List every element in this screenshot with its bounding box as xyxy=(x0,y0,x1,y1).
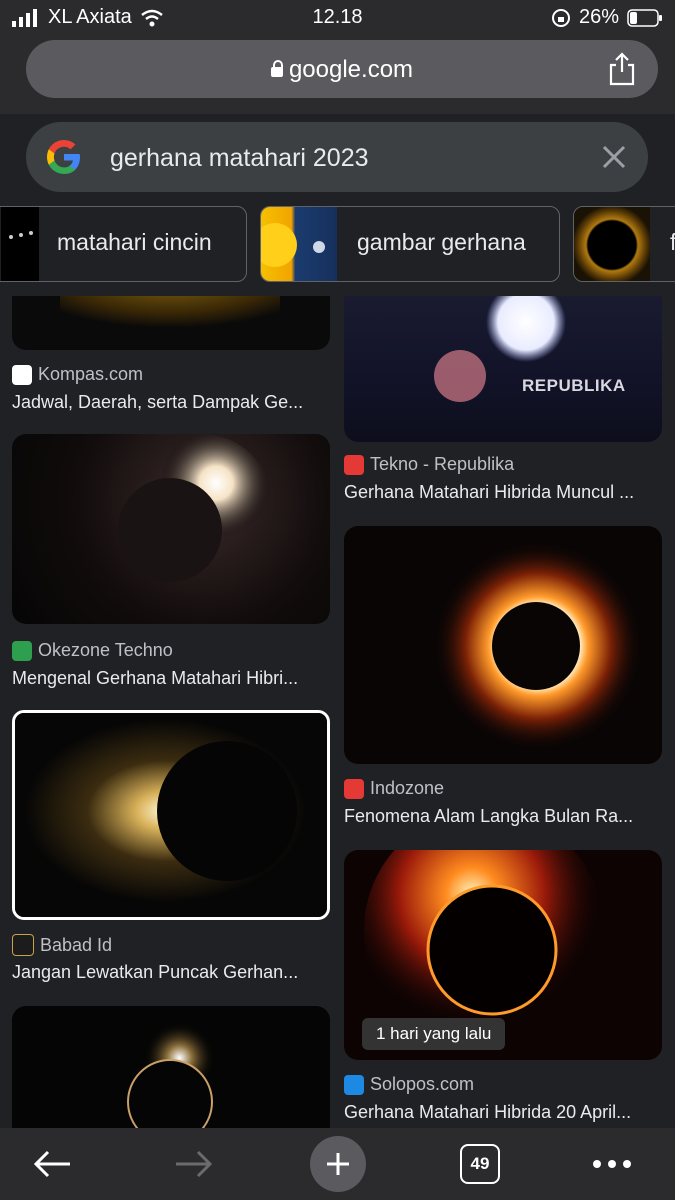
bottom-toolbar: 49 xyxy=(0,1128,675,1200)
battery-icon xyxy=(627,8,662,27)
chip-partial[interactable]: f xyxy=(573,206,675,282)
favicon-icon xyxy=(12,934,34,956)
image-results: Kompas.com Jadwal, Daerah, serta Dampak … xyxy=(0,296,675,1128)
back-button[interactable] xyxy=(24,1128,80,1200)
favicon-icon xyxy=(344,1074,364,1095)
battery-percent: 26% xyxy=(578,6,619,28)
back-arrow-icon xyxy=(33,1150,70,1178)
result-source: Indozone xyxy=(344,778,444,799)
result-source: Babad Id xyxy=(12,934,112,956)
result-source: Tekno - Republika xyxy=(344,454,514,475)
search-query: gerhana matahari 2023 xyxy=(110,144,369,172)
timestamp-badge: 1 hari yang lalu xyxy=(362,1018,506,1050)
google-logo-icon xyxy=(47,140,80,174)
result-source: Kompas.com xyxy=(12,364,143,385)
plus-icon xyxy=(327,1153,349,1175)
search-input[interactable]: gerhana matahari 2023 xyxy=(26,122,648,192)
result-source: Solopos.com xyxy=(344,1074,474,1095)
status-bar: XL Axiata 12.18 26% xyxy=(0,0,675,36)
more-icon xyxy=(593,1160,631,1168)
favicon-icon xyxy=(12,364,32,385)
tab-switcher-button[interactable]: 49 xyxy=(458,1128,502,1200)
chip-gambar-gerhana[interactable]: gambar gerhana xyxy=(260,206,560,282)
address-bar: google.com xyxy=(0,36,675,114)
result-source: Okezone Techno xyxy=(12,640,173,661)
url-text: google.com xyxy=(288,56,414,83)
result-title[interactable]: Jangan Lewatkan Puncak Gerhan... xyxy=(12,962,298,983)
chip-thumbnail xyxy=(1,207,39,281)
url-field[interactable]: google.com xyxy=(26,40,658,98)
close-icon[interactable] xyxy=(598,141,630,173)
result-title[interactable]: Fenomena Alam Langka Bulan Ra... xyxy=(344,806,633,827)
chip-thumbnail xyxy=(261,207,337,281)
tab-count: 49 xyxy=(460,1144,500,1184)
result-image[interactable] xyxy=(12,434,330,624)
result-title[interactable]: Mengenal Gerhana Matahari Hibri... xyxy=(12,668,298,689)
result-image[interactable] xyxy=(12,710,330,920)
forward-button[interactable] xyxy=(166,1128,222,1200)
result-image[interactable]: REPUBLIKA xyxy=(344,296,662,442)
favicon-icon xyxy=(344,778,364,799)
result-title[interactable]: Gerhana Matahari Hibrida Muncul ... xyxy=(344,482,634,503)
forward-arrow-icon xyxy=(176,1150,213,1178)
chip-thumbnail xyxy=(574,207,650,281)
result-title[interactable]: Jadwal, Daerah, serta Dampak Ge... xyxy=(12,392,303,413)
new-tab-button[interactable] xyxy=(310,1136,366,1192)
favicon-icon xyxy=(344,454,364,475)
rotation-lock-icon xyxy=(551,8,570,27)
result-image[interactable] xyxy=(12,296,330,350)
chip-label: f xyxy=(670,229,675,256)
result-title[interactable]: Gerhana Matahari Hibrida 20 April... xyxy=(344,1102,631,1123)
result-image[interactable] xyxy=(12,1006,330,1128)
favicon-icon xyxy=(12,640,32,661)
chip-label: matahari cincin xyxy=(57,229,212,255)
watermark-text: REPUBLIKA xyxy=(522,376,626,395)
share-icon[interactable] xyxy=(608,52,636,86)
menu-button[interactable] xyxy=(590,1128,634,1200)
chip-matahari-cincin[interactable]: matahari cincin xyxy=(0,206,247,282)
result-image[interactable] xyxy=(344,526,662,764)
lock-icon xyxy=(270,60,283,77)
chip-label: gambar gerhana xyxy=(357,229,526,255)
